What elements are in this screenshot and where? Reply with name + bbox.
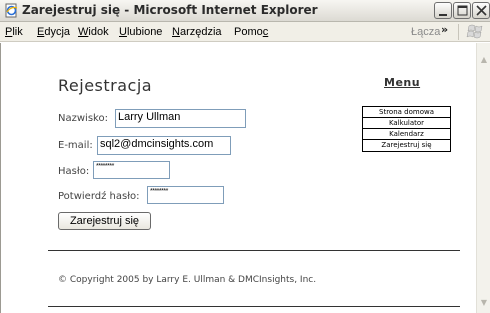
email-input[interactable]: sql2@dmcinsights.com: [97, 136, 231, 155]
close-icon: [476, 5, 487, 16]
menu-file-rest: lik: [12, 26, 23, 38]
divider-bottom: [48, 306, 460, 307]
menu-favorites[interactable]: Ulubione: [119, 26, 162, 38]
scroll-up-icon[interactable]: ▲: [478, 53, 490, 66]
menu-favorites-rest: lubione: [126, 26, 163, 38]
menu-view[interactable]: Widok: [78, 26, 109, 38]
maximize-button[interactable]: [453, 2, 471, 19]
maximize-icon: [457, 5, 468, 16]
name-input[interactable]: Larry Ullman: [115, 109, 246, 128]
close-button[interactable]: [472, 2, 490, 19]
menu-file[interactable]: Plik: [5, 26, 23, 38]
minimize-icon: [439, 14, 447, 16]
menu-edit-rest: dycja: [44, 26, 71, 38]
menu-bar: Plik Edycja Widok Ulubione Narzędzia Pom…: [0, 22, 490, 42]
menu-tools-accel: N: [172, 26, 180, 38]
name-label: Nazwisko:: [58, 113, 108, 124]
menubar-separator: [458, 24, 459, 40]
menu-view-accel: W: [78, 26, 89, 38]
confirm-password-label: Potwierdź hasło:: [58, 191, 140, 202]
nav-link-register[interactable]: Zarejestruj się: [363, 140, 450, 151]
page-title: Rejestracja: [58, 76, 153, 95]
page-content: Rejestracja Menu Strona domowa Kalkulato…: [0, 43, 476, 313]
vertical-scrollbar[interactable]: ▲ ▼: [476, 43, 490, 313]
menu-edit[interactable]: Edycja: [37, 26, 70, 38]
nav-link-calendar[interactable]: Kalendarz: [363, 129, 450, 140]
menu-help-accel: c: [262, 26, 269, 38]
menu-view-rest: idok: [88, 26, 109, 38]
menu-tools-rest: arzędzia: [179, 26, 222, 38]
scroll-down-icon[interactable]: ▼: [478, 296, 490, 309]
password-input[interactable]: ********: [93, 161, 170, 179]
menu-help-rest: Pomo: [234, 26, 263, 38]
nav-link-calculator[interactable]: Kalkulator: [363, 118, 450, 129]
window-title: Zarejestruj się - Microsoft Internet Exp…: [22, 3, 318, 17]
nav-link-home[interactable]: Strona domowa: [363, 107, 450, 118]
divider-top: [48, 250, 460, 251]
confirm-password-input[interactable]: ********: [147, 186, 224, 204]
minimize-button[interactable]: [434, 2, 452, 19]
menu-tools[interactable]: Narzędzia: [172, 26, 222, 38]
menu-heading: Menu: [384, 76, 421, 89]
password-label: Hasło:: [58, 166, 90, 177]
nav-menu: Strona domowa Kalkulator Kalendarz Zarej…: [362, 106, 451, 152]
windows-logo-icon: [466, 24, 483, 39]
footer-copyright: © Copyright 2005 by Larry E. Ullman & DM…: [58, 275, 317, 285]
links-label[interactable]: Łącza: [411, 26, 440, 38]
menu-help[interactable]: Pomoc: [234, 26, 268, 38]
email-label: E-mail:: [58, 140, 93, 151]
links-chevron-icon[interactable]: »: [441, 23, 448, 36]
menu-favorites-accel: U: [119, 26, 127, 38]
ie-document-icon: [5, 3, 18, 18]
register-button[interactable]: Zarejestruj się: [58, 212, 151, 230]
window-titlebar[interactable]: Zarejestruj się - Microsoft Internet Exp…: [0, 0, 490, 22]
